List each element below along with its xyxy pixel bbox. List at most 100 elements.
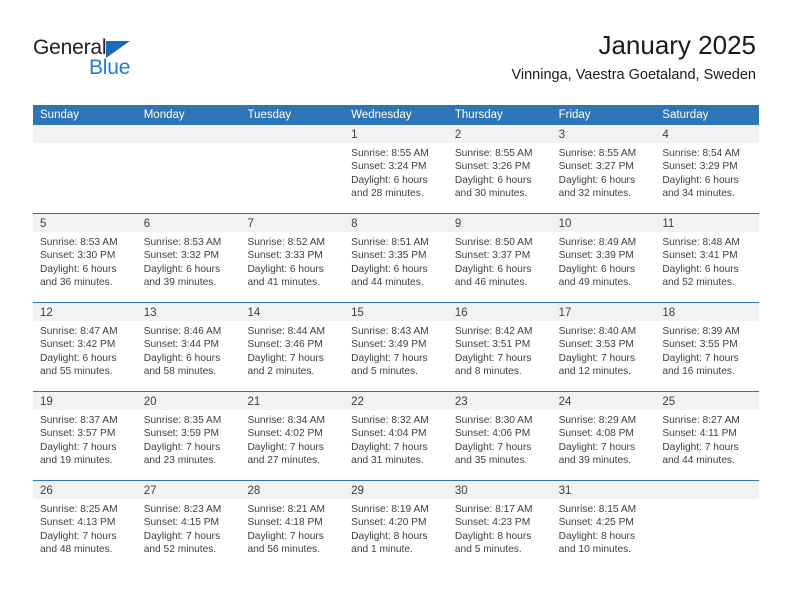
daylight-text-cont: and 41 minutes.	[247, 276, 320, 288]
sunset-text: Sunset: 3:59 PM	[143, 428, 220, 440]
day-details	[655, 499, 759, 503]
day-number-band: 3	[551, 125, 656, 143]
day-cell-9[interactable]: 9 Sunrise: 8:50 AM Sunset: 3:37 PM Daylight…	[447, 214, 552, 302]
day-number: 19	[40, 396, 53, 408]
daylight-text: Daylight: 6 hours	[143, 352, 221, 364]
day-cell-25[interactable]: 25 Sunrise: 8:27 AM Sunset: 4:11 PM Dayligh…	[655, 392, 760, 480]
daylight-text-cont: and 39 minutes.	[558, 454, 632, 466]
sunrise-text: Sunrise: 8:17 AM	[454, 504, 533, 515]
day-cell-26[interactable]: 26 Sunrise: 8:25 AM Sunset: 4:13 PM Dayligh…	[33, 481, 137, 569]
sunset-text: Sunset: 3:32 PM	[143, 250, 220, 262]
day-cell-31[interactable]: 31 Sunrise: 8:15 AM Sunset: 4:25 PM Dayligh…	[551, 481, 656, 569]
day-cell-2[interactable]: 2 Sunrise: 8:55 AM Sunset: 3:26 PM Daylight…	[447, 125, 552, 213]
day-cell-11[interactable]: 11 Sunrise: 8:48 AM Sunset: 3:41 PM Dayligh…	[655, 214, 760, 302]
sunrise-text: Sunrise: 8:48 AM	[662, 237, 740, 248]
sunrise-text: Sunrise: 8:53 AM	[143, 237, 222, 248]
daylight-text: Daylight: 6 hours	[558, 263, 636, 275]
day-number: 29	[351, 485, 364, 497]
day-cell-27[interactable]: 27 Sunrise: 8:23 AM Sunset: 4:15 PM Dayligh…	[136, 481, 241, 569]
daylight-text-cont: and 44 minutes.	[351, 276, 424, 288]
day-cell-8[interactable]: 8 Sunrise: 8:51 AM Sunset: 3:35 PM Daylight…	[344, 214, 448, 302]
sunset-text: Sunset: 3:26 PM	[454, 161, 531, 173]
day-number: 30	[454, 485, 468, 497]
day-number-band: 28	[240, 481, 345, 499]
day-cell-28[interactable]: 28 Sunrise: 8:21 AM Sunset: 4:18 PM Dayligh…	[240, 481, 345, 569]
sunset-text: Sunset: 3:30 PM	[40, 250, 116, 262]
day-details: Sunrise: 8:55 AM Sunset: 3:27 PM Daylight:…	[552, 143, 656, 200]
day-number-band: 9	[447, 214, 552, 232]
day-number-band: 11	[655, 214, 760, 232]
day-number: 14	[247, 307, 261, 319]
sunrise-text: Sunrise: 8:52 AM	[247, 237, 326, 248]
weekday-header-wednesday: Wednesday	[351, 109, 412, 121]
day-details: Sunrise: 8:46 AM Sunset: 3:44 PM Daylight:…	[137, 321, 241, 378]
sunset-text: Sunset: 4:04 PM	[351, 428, 427, 440]
day-cell-19[interactable]: 19 Sunrise: 8:37 AM Sunset: 3:57 PM Dayligh…	[33, 392, 137, 480]
sunrise-text: Sunrise: 8:55 AM	[558, 148, 637, 159]
daylight-text: Daylight: 7 hours	[143, 530, 221, 542]
day-details: Sunrise: 8:40 AM Sunset: 3:53 PM Daylight:…	[552, 321, 656, 378]
daylight-text-cont: and 49 minutes.	[558, 276, 632, 288]
day-cell-empty	[655, 481, 760, 569]
day-cell-16[interactable]: 16 Sunrise: 8:42 AM Sunset: 3:51 PM Dayligh…	[447, 303, 552, 391]
sunrise-text: Sunrise: 8:43 AM	[351, 326, 429, 337]
sunrise-text: Sunrise: 8:47 AM	[40, 326, 118, 337]
day-cell-10[interactable]: 10 Sunrise: 8:49 AM Sunset: 3:39 PM Dayligh…	[551, 214, 656, 302]
day-cell-7[interactable]: 7 Sunrise: 8:52 AM Sunset: 3:33 PM Daylight…	[240, 214, 345, 302]
sunrise-text: Sunrise: 8:29 AM	[558, 415, 637, 426]
day-details: Sunrise: 8:27 AM Sunset: 4:11 PM Daylight:…	[655, 410, 759, 467]
day-number: 8	[351, 218, 358, 230]
daylight-text: Daylight: 6 hours	[247, 263, 324, 275]
day-cell-4[interactable]: 4 Sunrise: 8:54 AM Sunset: 3:29 PM Daylight…	[655, 125, 760, 213]
weekday-header-monday: Monday	[143, 109, 185, 121]
day-cell-23[interactable]: 23 Sunrise: 8:30 AM Sunset: 4:06 PM Dayligh…	[447, 392, 552, 480]
daylight-text-cont: and 34 minutes.	[662, 187, 735, 199]
day-cell-6[interactable]: 6 Sunrise: 8:53 AM Sunset: 3:32 PM Daylight…	[136, 214, 241, 302]
sunset-text: Sunset: 4:08 PM	[558, 428, 634, 440]
daylight-text: Daylight: 8 hours	[558, 530, 636, 542]
sunset-text: Sunset: 3:29 PM	[662, 161, 738, 173]
day-cell-29[interactable]: 29 Sunrise: 8:19 AM Sunset: 4:20 PM Dayligh…	[344, 481, 448, 569]
daylight-text-cont: and 28 minutes.	[351, 187, 424, 199]
brand-name-blue: Blue	[89, 56, 131, 79]
day-cell-20[interactable]: 20 Sunrise: 8:35 AM Sunset: 3:59 PM Dayligh…	[136, 392, 241, 480]
day-details: Sunrise: 8:51 AM Sunset: 3:35 PM Daylight:…	[344, 232, 448, 289]
sunrise-text: Sunrise: 8:51 AM	[351, 237, 429, 248]
daylight-text: Daylight: 6 hours	[662, 263, 739, 275]
day-number: 27	[143, 485, 157, 497]
day-details: Sunrise: 8:35 AM Sunset: 3:59 PM Daylight:…	[137, 410, 241, 467]
day-cell-22[interactable]: 22 Sunrise: 8:32 AM Sunset: 4:04 PM Dayligh…	[344, 392, 448, 480]
day-cell-21[interactable]: 21 Sunrise: 8:34 AM Sunset: 4:02 PM Dayligh…	[240, 392, 345, 480]
sunrise-text: Sunrise: 8:55 AM	[454, 148, 533, 159]
day-cell-3[interactable]: 3 Sunrise: 8:55 AM Sunset: 3:27 PM Daylight…	[551, 125, 656, 213]
weekday-header-thursday: Thursday	[454, 109, 503, 121]
day-cell-30[interactable]: 30 Sunrise: 8:17 AM Sunset: 4:23 PM Dayligh…	[447, 481, 552, 569]
daylight-text-cont: and 12 minutes.	[558, 365, 632, 377]
day-cell-17[interactable]: 17 Sunrise: 8:40 AM Sunset: 3:53 PM Dayligh…	[551, 303, 656, 391]
day-cell-12[interactable]: 12 Sunrise: 8:47 AM Sunset: 3:42 PM Dayligh…	[33, 303, 137, 391]
day-cell-24[interactable]: 24 Sunrise: 8:29 AM Sunset: 4:08 PM Dayligh…	[551, 392, 656, 480]
day-cell-14[interactable]: 14 Sunrise: 8:44 AM Sunset: 3:46 PM Dayligh…	[240, 303, 345, 391]
page-title: January 2025	[598, 30, 756, 60]
sunrise-text: Sunrise: 8:50 AM	[454, 237, 533, 248]
daylight-text-cont: and 55 minutes.	[40, 365, 113, 377]
day-details: Sunrise: 8:55 AM Sunset: 3:24 PM Daylight:…	[344, 143, 448, 200]
day-number: 26	[40, 485, 53, 497]
sunset-text: Sunset: 3:24 PM	[351, 161, 427, 173]
day-number: 12	[40, 307, 53, 319]
day-details: Sunrise: 8:43 AM Sunset: 3:49 PM Daylight:…	[344, 321, 448, 378]
sunrise-text: Sunrise: 8:32 AM	[351, 415, 429, 426]
day-cell-5[interactable]: 5 Sunrise: 8:53 AM Sunset: 3:30 PM Daylight…	[33, 214, 137, 302]
day-cell-13[interactable]: 13 Sunrise: 8:46 AM Sunset: 3:44 PM Dayligh…	[136, 303, 241, 391]
day-cell-15[interactable]: 15 Sunrise: 8:43 AM Sunset: 3:49 PM Dayligh…	[344, 303, 448, 391]
day-number: 31	[558, 485, 572, 497]
day-number: 20	[143, 396, 157, 408]
day-details: Sunrise: 8:19 AM Sunset: 4:20 PM Daylight:…	[344, 499, 448, 556]
sunrise-text: Sunrise: 8:34 AM	[247, 415, 326, 426]
day-number: 16	[454, 307, 468, 319]
daylight-text-cont: and 46 minutes.	[454, 276, 528, 288]
brand-logo[interactable]: General Blue	[33, 36, 233, 84]
day-cell-18[interactable]: 18 Sunrise: 8:39 AM Sunset: 3:55 PM Dayligh…	[655, 303, 760, 391]
calendar-week-row: 12 Sunrise: 8:47 AM Sunset: 3:42 PM Dayligh…	[33, 302, 760, 391]
day-cell-1[interactable]: 1 Sunrise: 8:55 AM Sunset: 3:24 PM Daylight…	[344, 125, 448, 213]
